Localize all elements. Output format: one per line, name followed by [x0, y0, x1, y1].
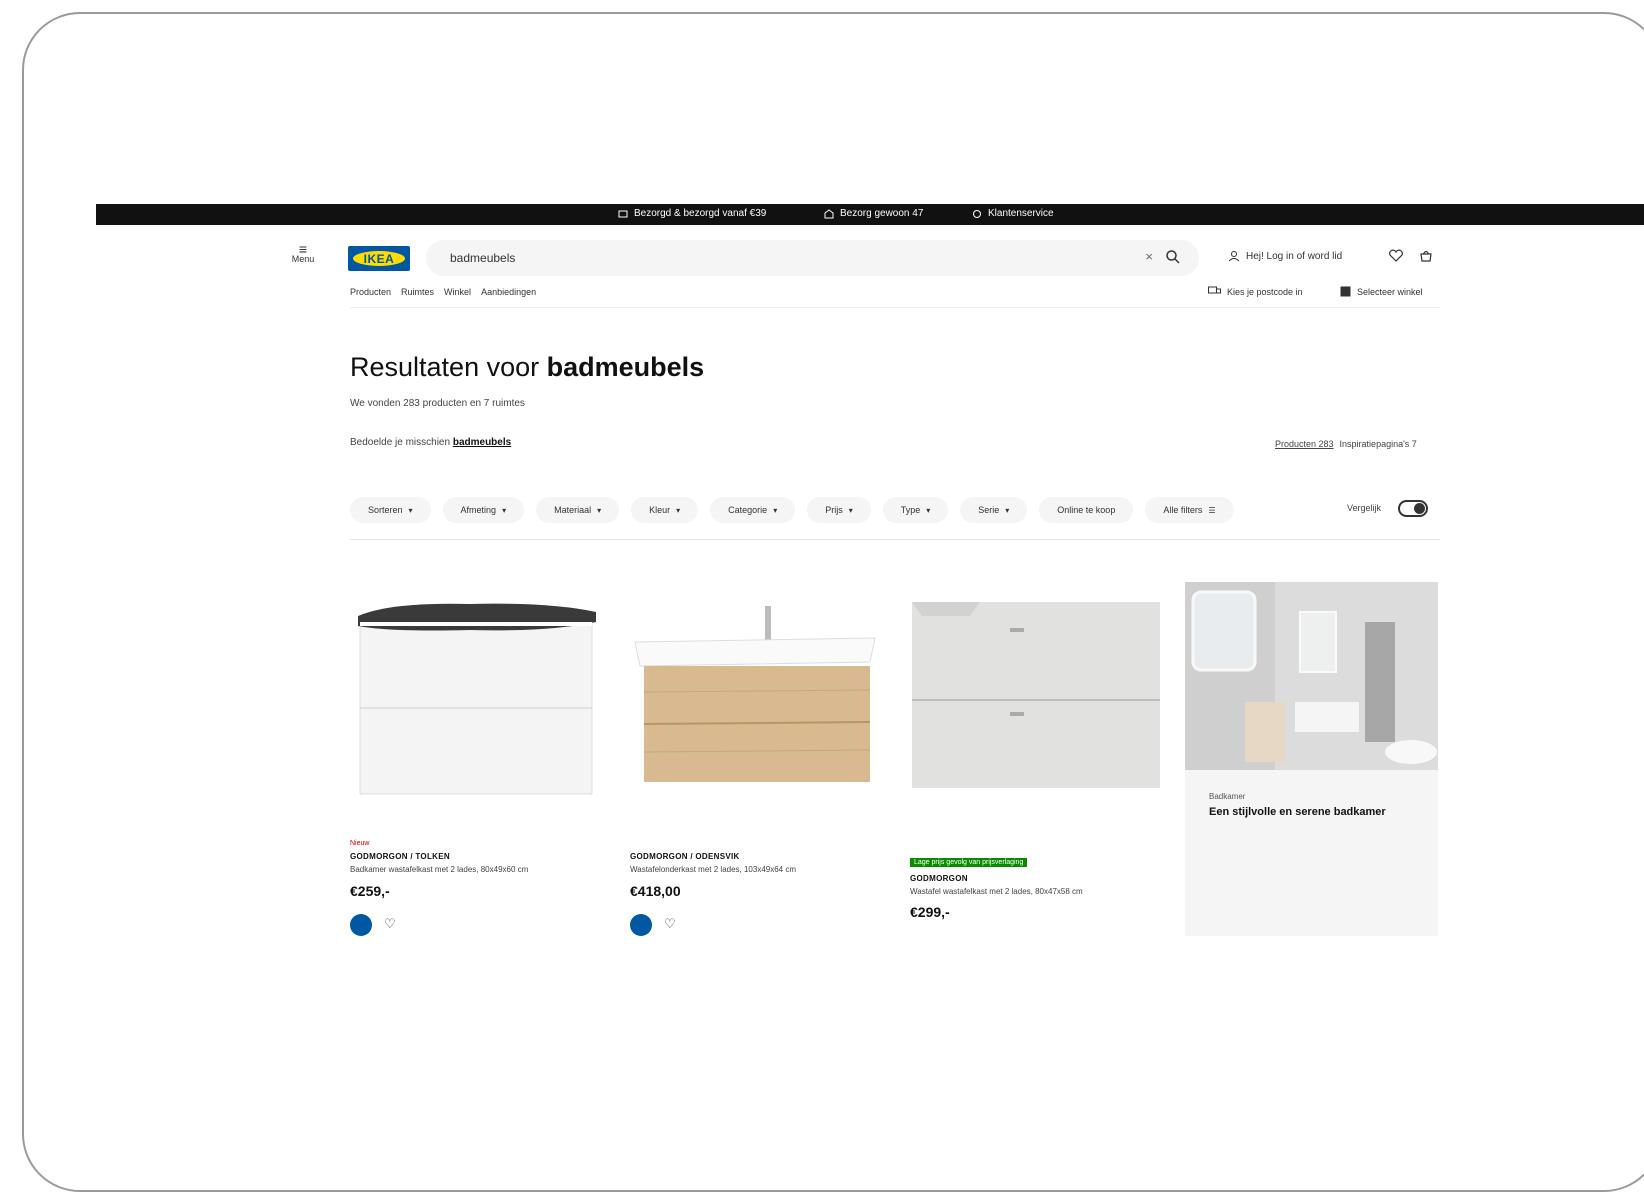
heart-icon[interactable]: ♡ — [384, 916, 396, 932]
truck-icon — [1208, 286, 1221, 294]
suggest-link[interactable]: badmeubels — [453, 437, 511, 448]
topbar-item-store[interactable]: Bezorg gewoon 47 — [824, 208, 923, 219]
compare-label: Vergelijk — [1347, 503, 1382, 513]
filter-all[interactable]: Alle filters ☰ — [1145, 497, 1234, 523]
menu-label: Menu — [291, 254, 315, 264]
search-input[interactable]: badmeubels — [450, 251, 515, 265]
category-nav: Producten Ruimtes Winkel Aanbiedingen — [350, 287, 536, 297]
product-badge: Nieuw — [350, 840, 370, 847]
inspiration-label: Badkamer — [1209, 792, 1246, 801]
postcode-link[interactable]: Kies je postcode in — [1208, 286, 1303, 297]
chevron-down-icon: ▾ — [597, 505, 602, 515]
top-info-bar: Bezorgd & bezorgd vanaf €39 Bezorg gewoo… — [96, 204, 1644, 225]
chevron-down-icon: ▾ — [676, 505, 681, 515]
add-to-cart-button[interactable] — [630, 914, 652, 936]
product-desc: Wastafelonderkast met 2 lades, 103x49x64… — [630, 865, 797, 874]
user-icon — [1228, 251, 1240, 262]
results-count: We vonden 283 producten en 7 ruimtes — [350, 398, 525, 409]
product-price: €259,- — [350, 883, 390, 899]
filter-serie[interactable]: Serie ▾ — [960, 497, 1028, 523]
nav-winkel[interactable]: Winkel — [444, 287, 471, 297]
topbar-item-delivery[interactable]: Bezorgd & bezorgd vanaf €39 — [618, 208, 766, 219]
product-image[interactable] — [910, 582, 1162, 802]
chevron-down-icon: ▾ — [926, 505, 931, 515]
filter-online[interactable]: Online te koop — [1039, 497, 1134, 523]
product-price: €299,- — [910, 904, 950, 920]
did-you-mean: Bedoelde je misschien badmeubels — [350, 437, 512, 448]
divider — [350, 539, 1440, 540]
store-icon — [824, 208, 834, 218]
nav-aanbiedingen[interactable]: Aanbiedingen — [481, 287, 536, 297]
product-desc: Wastafel wastafelkast met 2 lades, 80x47… — [910, 887, 1083, 896]
product-image[interactable] — [350, 582, 602, 802]
menu-button[interactable]: ≡ Menu — [288, 241, 318, 264]
inspiration-card[interactable]: Badkamer Een stijlvolle en serene badkam… — [1185, 582, 1438, 936]
phone-icon — [973, 209, 981, 218]
inspiration-title[interactable]: Een stijlvolle en serene badkamer — [1209, 806, 1386, 818]
compare-toggle[interactable] — [1398, 500, 1428, 517]
truck-icon — [618, 210, 628, 217]
product-desc: Badkamer wastafelkast met 2 lades, 80x49… — [350, 865, 529, 874]
filter-afmeting[interactable]: Afmeting ▾ — [442, 497, 525, 523]
store-select-link[interactable]: Selecteer winkel — [1340, 286, 1423, 297]
chevron-down-icon: ▾ — [502, 505, 507, 515]
clear-search-icon[interactable]: × — [1145, 249, 1153, 264]
account-link[interactable]: Hej! Log in of word lid — [1228, 250, 1342, 262]
chevron-down-icon: ▾ — [848, 505, 853, 515]
product-image[interactable] — [630, 582, 882, 802]
chevron-down-icon: ▾ — [1005, 505, 1010, 515]
product-price: €418,00 — [630, 883, 681, 899]
tab-products[interactable]: Producten 283 — [1275, 439, 1334, 449]
search-bar[interactable]: badmeubels × — [426, 240, 1199, 276]
heart-icon[interactable]: ♡ — [664, 916, 676, 932]
nav-ruimtes[interactable]: Ruimtes — [401, 287, 434, 297]
store-icon — [1340, 286, 1351, 297]
chevron-down-icon: ▾ — [408, 505, 413, 515]
chevron-down-icon: ▾ — [773, 505, 778, 515]
ikea-logo[interactable]: IKEA — [348, 246, 410, 271]
result-tabs: Producten 283 Inspiratiepagina's 7 — [1275, 439, 1417, 449]
hamburger-icon: ≡ — [298, 241, 308, 257]
filter-bar: Sorteren ▾ Afmeting ▾ Materiaal ▾ Kleur ▾ Ca… — [350, 497, 1234, 523]
filter-materiaal[interactable]: Materiaal ▾ — [536, 497, 620, 523]
filter-kleur[interactable]: Kleur ▾ — [631, 497, 699, 523]
filter-prijs[interactable]: Prijs ▾ — [807, 497, 871, 523]
product-badge: Lage prijs gevolg van prijsverlaging — [910, 858, 1028, 867]
nav-producten[interactable]: Producten — [350, 287, 391, 297]
sliders-icon: ☰ — [1208, 505, 1216, 515]
product-name[interactable]: GODMORGON / TOLKEN — [350, 852, 450, 861]
product-name[interactable]: GODMORGON — [910, 874, 968, 883]
filter-sorteren[interactable]: Sorteren ▾ — [350, 497, 431, 523]
add-to-cart-button[interactable] — [350, 914, 372, 936]
cart-icon[interactable] — [1418, 248, 1434, 264]
divider — [350, 307, 1440, 308]
filter-categorie[interactable]: Categorie ▾ — [710, 497, 796, 523]
page-title: Resultaten voor badmeubels — [350, 352, 705, 382]
search-icon[interactable] — [1165, 249, 1181, 265]
tab-inspiration[interactable]: Inspiratiepagina's 7 — [1340, 439, 1417, 449]
inspiration-image — [1185, 582, 1438, 770]
product-name[interactable]: GODMORGON / ODENSVIK — [630, 852, 740, 861]
topbar-item-service[interactable]: Klantenservice — [972, 208, 1054, 219]
filter-type[interactable]: Type ▾ — [882, 497, 949, 523]
heart-icon[interactable] — [1388, 248, 1404, 264]
